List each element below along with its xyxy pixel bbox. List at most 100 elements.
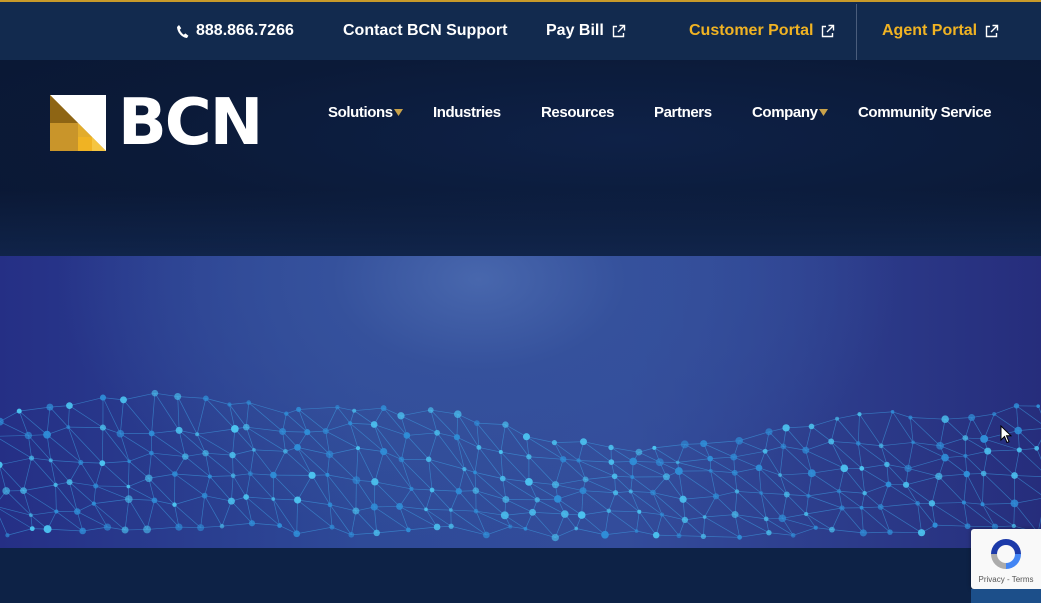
nav-resources[interactable]: Resources <box>541 104 615 121</box>
mesh-line <box>505 499 533 513</box>
mesh-line <box>231 500 253 524</box>
mesh-node <box>608 459 615 465</box>
mesh-node <box>759 491 763 495</box>
mesh-line <box>383 451 412 490</box>
mesh-node <box>427 407 434 413</box>
mesh-line <box>528 456 556 485</box>
mesh-line <box>555 484 584 492</box>
mesh-node <box>352 476 361 485</box>
mesh-node <box>424 507 428 512</box>
mesh-line <box>736 491 762 494</box>
mesh-line <box>354 407 384 412</box>
mesh-node <box>884 461 890 468</box>
mesh-line <box>806 507 843 515</box>
mesh-line <box>931 503 968 527</box>
contact-support-link[interactable]: Contact BCN Support <box>343 2 507 60</box>
mesh-line <box>0 517 8 536</box>
pay-bill-link[interactable]: Pay Bill <box>546 2 626 60</box>
mesh-line <box>528 456 564 460</box>
mesh-line <box>128 498 148 530</box>
mesh-node <box>103 523 112 531</box>
mesh-node <box>577 511 586 519</box>
phone-link[interactable]: 888.866.7266 <box>176 2 294 60</box>
mesh-node <box>574 526 579 531</box>
mesh-line <box>831 507 843 530</box>
mesh-line <box>233 473 251 477</box>
nav-solutions[interactable]: Solutions <box>328 104 403 121</box>
mesh-node <box>352 507 360 515</box>
mesh-node <box>74 508 81 515</box>
mesh-line <box>861 468 865 494</box>
mesh-line <box>374 481 412 490</box>
mesh-line <box>374 506 400 508</box>
nav-industries[interactable]: Industries <box>433 104 501 121</box>
mesh-line <box>841 507 864 534</box>
mesh-line <box>248 402 283 432</box>
mesh-node <box>252 448 256 452</box>
mesh-line <box>82 526 108 532</box>
bcn-logo[interactable]: BCN <box>50 91 263 155</box>
recaptcha-badge[interactable]: Privacy - Terms <box>971 529 1041 603</box>
mesh-line <box>811 472 840 492</box>
mesh-line <box>982 503 1015 505</box>
mesh-node <box>120 396 127 404</box>
mesh-line <box>329 504 333 528</box>
mesh-line <box>353 410 375 425</box>
mesh-node <box>553 495 562 503</box>
agent-portal-link[interactable]: Agent Portal <box>882 2 999 60</box>
mesh-node <box>935 472 943 480</box>
mesh-line <box>608 510 637 532</box>
nav-partners[interactable]: Partners <box>654 104 712 121</box>
logo-mark-icon <box>50 95 106 151</box>
nav-company[interactable]: Company <box>752 104 828 121</box>
mesh-node <box>961 500 966 505</box>
mesh-node <box>429 487 435 493</box>
mesh-line <box>582 490 610 512</box>
mesh-line <box>811 467 845 474</box>
mesh-line <box>857 443 863 469</box>
recaptcha-privacy-link[interactable]: Privacy <box>979 575 1005 584</box>
mesh-line <box>704 516 740 538</box>
mesh-line <box>703 536 740 538</box>
mesh-node <box>498 450 503 455</box>
mesh-line <box>886 464 889 485</box>
mesh-node <box>172 502 177 507</box>
mesh-node <box>472 487 480 494</box>
mesh-line <box>325 422 351 432</box>
mesh-node <box>629 457 638 466</box>
mesh-line <box>248 402 287 415</box>
mesh-line <box>253 449 274 476</box>
mesh-line <box>994 405 1017 415</box>
mesh-node <box>551 533 559 542</box>
mesh-line <box>880 411 893 446</box>
mesh-node <box>911 440 915 445</box>
mesh-node <box>296 406 302 412</box>
mesh-node <box>1014 426 1023 435</box>
topbar-divider <box>856 4 857 60</box>
phone-icon <box>176 24 189 39</box>
mesh-node <box>762 448 768 454</box>
mesh-node <box>195 432 200 437</box>
mesh-node <box>1011 523 1016 529</box>
nav-community-service[interactable]: Community Service <box>858 104 992 121</box>
customer-portal-link[interactable]: Customer Portal <box>689 2 835 60</box>
mesh-node <box>878 443 884 449</box>
mesh-node <box>500 511 509 520</box>
recaptcha-terms-link[interactable]: Terms <box>1012 575 1034 584</box>
mesh-line <box>232 454 251 474</box>
mesh-line <box>147 526 179 530</box>
mesh-line <box>451 525 487 536</box>
mesh-node <box>968 414 976 422</box>
mesh-line <box>0 435 29 437</box>
mesh-node <box>409 486 414 492</box>
mesh-line <box>1014 498 1041 504</box>
mesh-line <box>253 449 286 452</box>
contact-support-label: Contact BCN Support <box>343 22 508 39</box>
mesh-line <box>710 456 734 459</box>
external-link-icon <box>820 24 835 39</box>
mesh-line <box>704 496 717 518</box>
mesh-node <box>24 431 33 440</box>
mesh-node <box>963 453 968 458</box>
mesh-node <box>855 441 861 446</box>
mesh-node <box>655 458 664 467</box>
